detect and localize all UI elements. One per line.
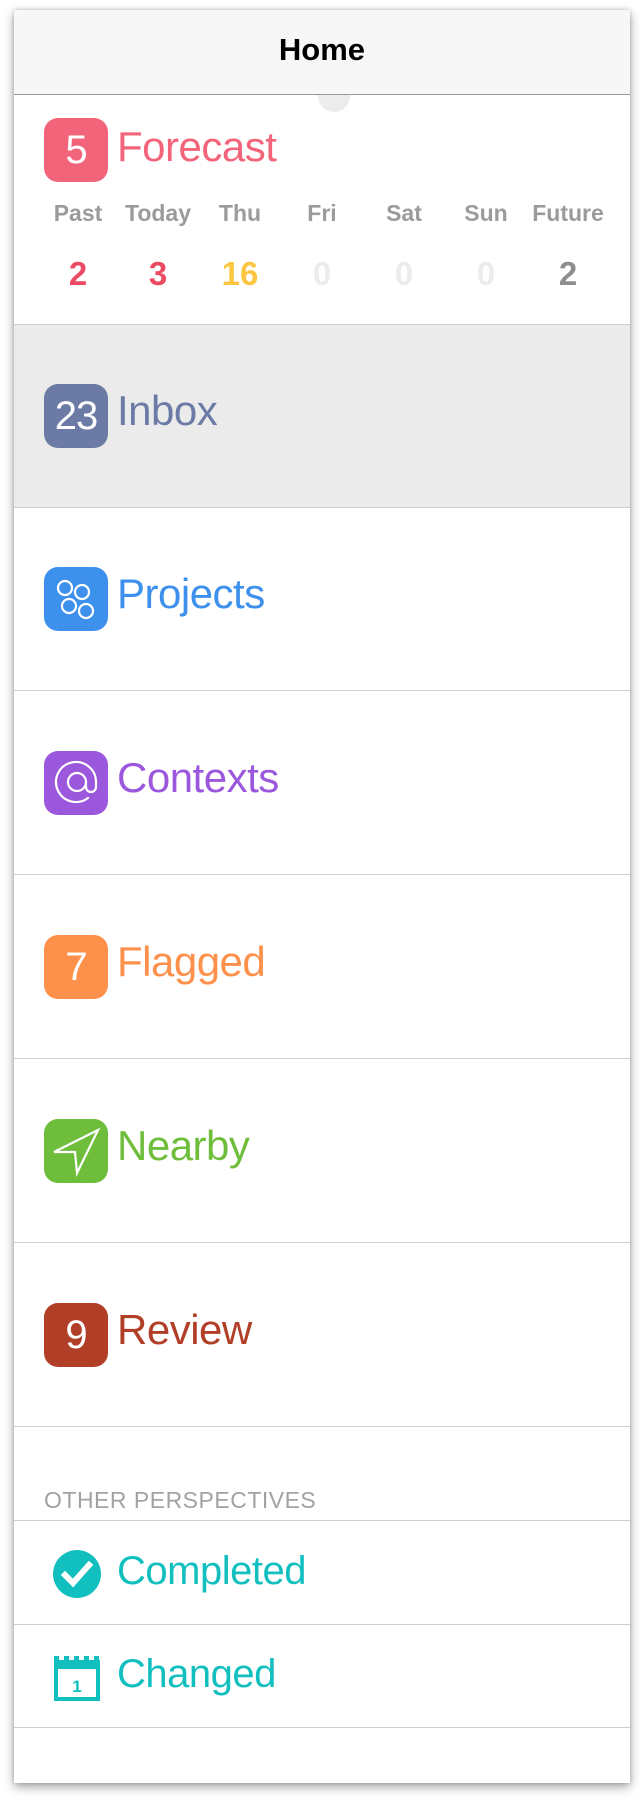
day-count: 0 <box>476 255 496 292</box>
nearby-label: Nearby <box>117 1122 250 1169</box>
perspective-flagged[interactable]: 7 Flagged <box>14 876 630 1059</box>
changed-label: Changed <box>117 1652 276 1696</box>
projects-label: Projects <box>117 570 265 617</box>
review-label: Review <box>117 1306 252 1353</box>
perspective-completed[interactable]: Completed <box>14 1521 630 1625</box>
day-label: Sun <box>464 200 508 226</box>
contexts-label: Contexts <box>117 754 279 801</box>
perspective-contexts[interactable]: Contexts <box>14 692 630 875</box>
day-label: Sat <box>386 200 422 226</box>
day-label: Fri <box>307 200 337 226</box>
location-arrow-icon <box>44 1119 108 1183</box>
forecast-day-sun[interactable]: Sun 0 <box>446 196 526 294</box>
calendar-icon: 1 <box>52 1652 102 1702</box>
day-label: Past <box>53 200 103 226</box>
perspective-nearby[interactable]: Nearby <box>14 1060 630 1243</box>
section-header-other-perspectives: OTHER PERSPECTIVES <box>14 1428 630 1521</box>
forecast-day-fri[interactable]: Fri 0 <box>282 196 362 294</box>
forecast-day-future[interactable]: Future 2 <box>528 196 608 294</box>
forecast-day-today[interactable]: Today 3 <box>118 196 198 294</box>
inbox-label: Inbox <box>117 387 218 434</box>
perspective-changed[interactable]: 1 Changed <box>14 1624 630 1728</box>
day-count: 2 <box>68 255 88 292</box>
page-title: Home <box>278 32 366 67</box>
day-count: 0 <box>394 255 414 292</box>
flagged-count-badge: 7 <box>44 935 108 999</box>
review-count-badge: 9 <box>44 1303 108 1367</box>
perspective-review[interactable]: 9 Review <box>14 1244 630 1427</box>
forecast-day-thu[interactable]: Thu 16 <box>200 196 280 294</box>
navigation-bar: Home <box>14 10 630 95</box>
flagged-label: Flagged <box>117 938 266 985</box>
day-count: 16 <box>221 255 259 292</box>
forecast-day-sat[interactable]: Sat 0 <box>364 196 444 294</box>
perspective-inbox[interactable]: 23 Inbox <box>14 325 630 508</box>
forecast-count-badge: 5 <box>44 118 108 182</box>
day-label: Today <box>124 200 192 226</box>
day-label: Future <box>532 200 604 226</box>
day-count: 3 <box>148 255 168 292</box>
forecast-day-past[interactable]: Past 2 <box>38 196 118 294</box>
day-label: Thu <box>218 200 262 226</box>
day-count: 2 <box>558 255 578 292</box>
forecast-label: Forecast <box>117 123 277 170</box>
perspective-projects[interactable]: Projects <box>14 508 630 691</box>
completed-label: Completed <box>117 1549 306 1593</box>
checkmark-circle-icon <box>52 1549 102 1599</box>
home-screen: Home 5 Forecast Past 2 Today 3 Thu 16 Fr… <box>14 10 630 1783</box>
svg-text:1: 1 <box>72 1677 81 1696</box>
perspective-forecast[interactable]: 5 Forecast Past 2 Today 3 Thu 16 Fri 0 S… <box>14 96 630 325</box>
projects-icon <box>44 567 108 631</box>
forecast-days: Past 2 Today 3 Thu 16 Fri 0 Sat 0 Sun 0 <box>14 196 630 306</box>
inbox-count-badge: 23 <box>44 384 108 448</box>
at-sign-icon <box>44 751 108 815</box>
section-title: OTHER PERSPECTIVES <box>44 1487 317 1513</box>
day-count: 0 <box>312 255 332 292</box>
